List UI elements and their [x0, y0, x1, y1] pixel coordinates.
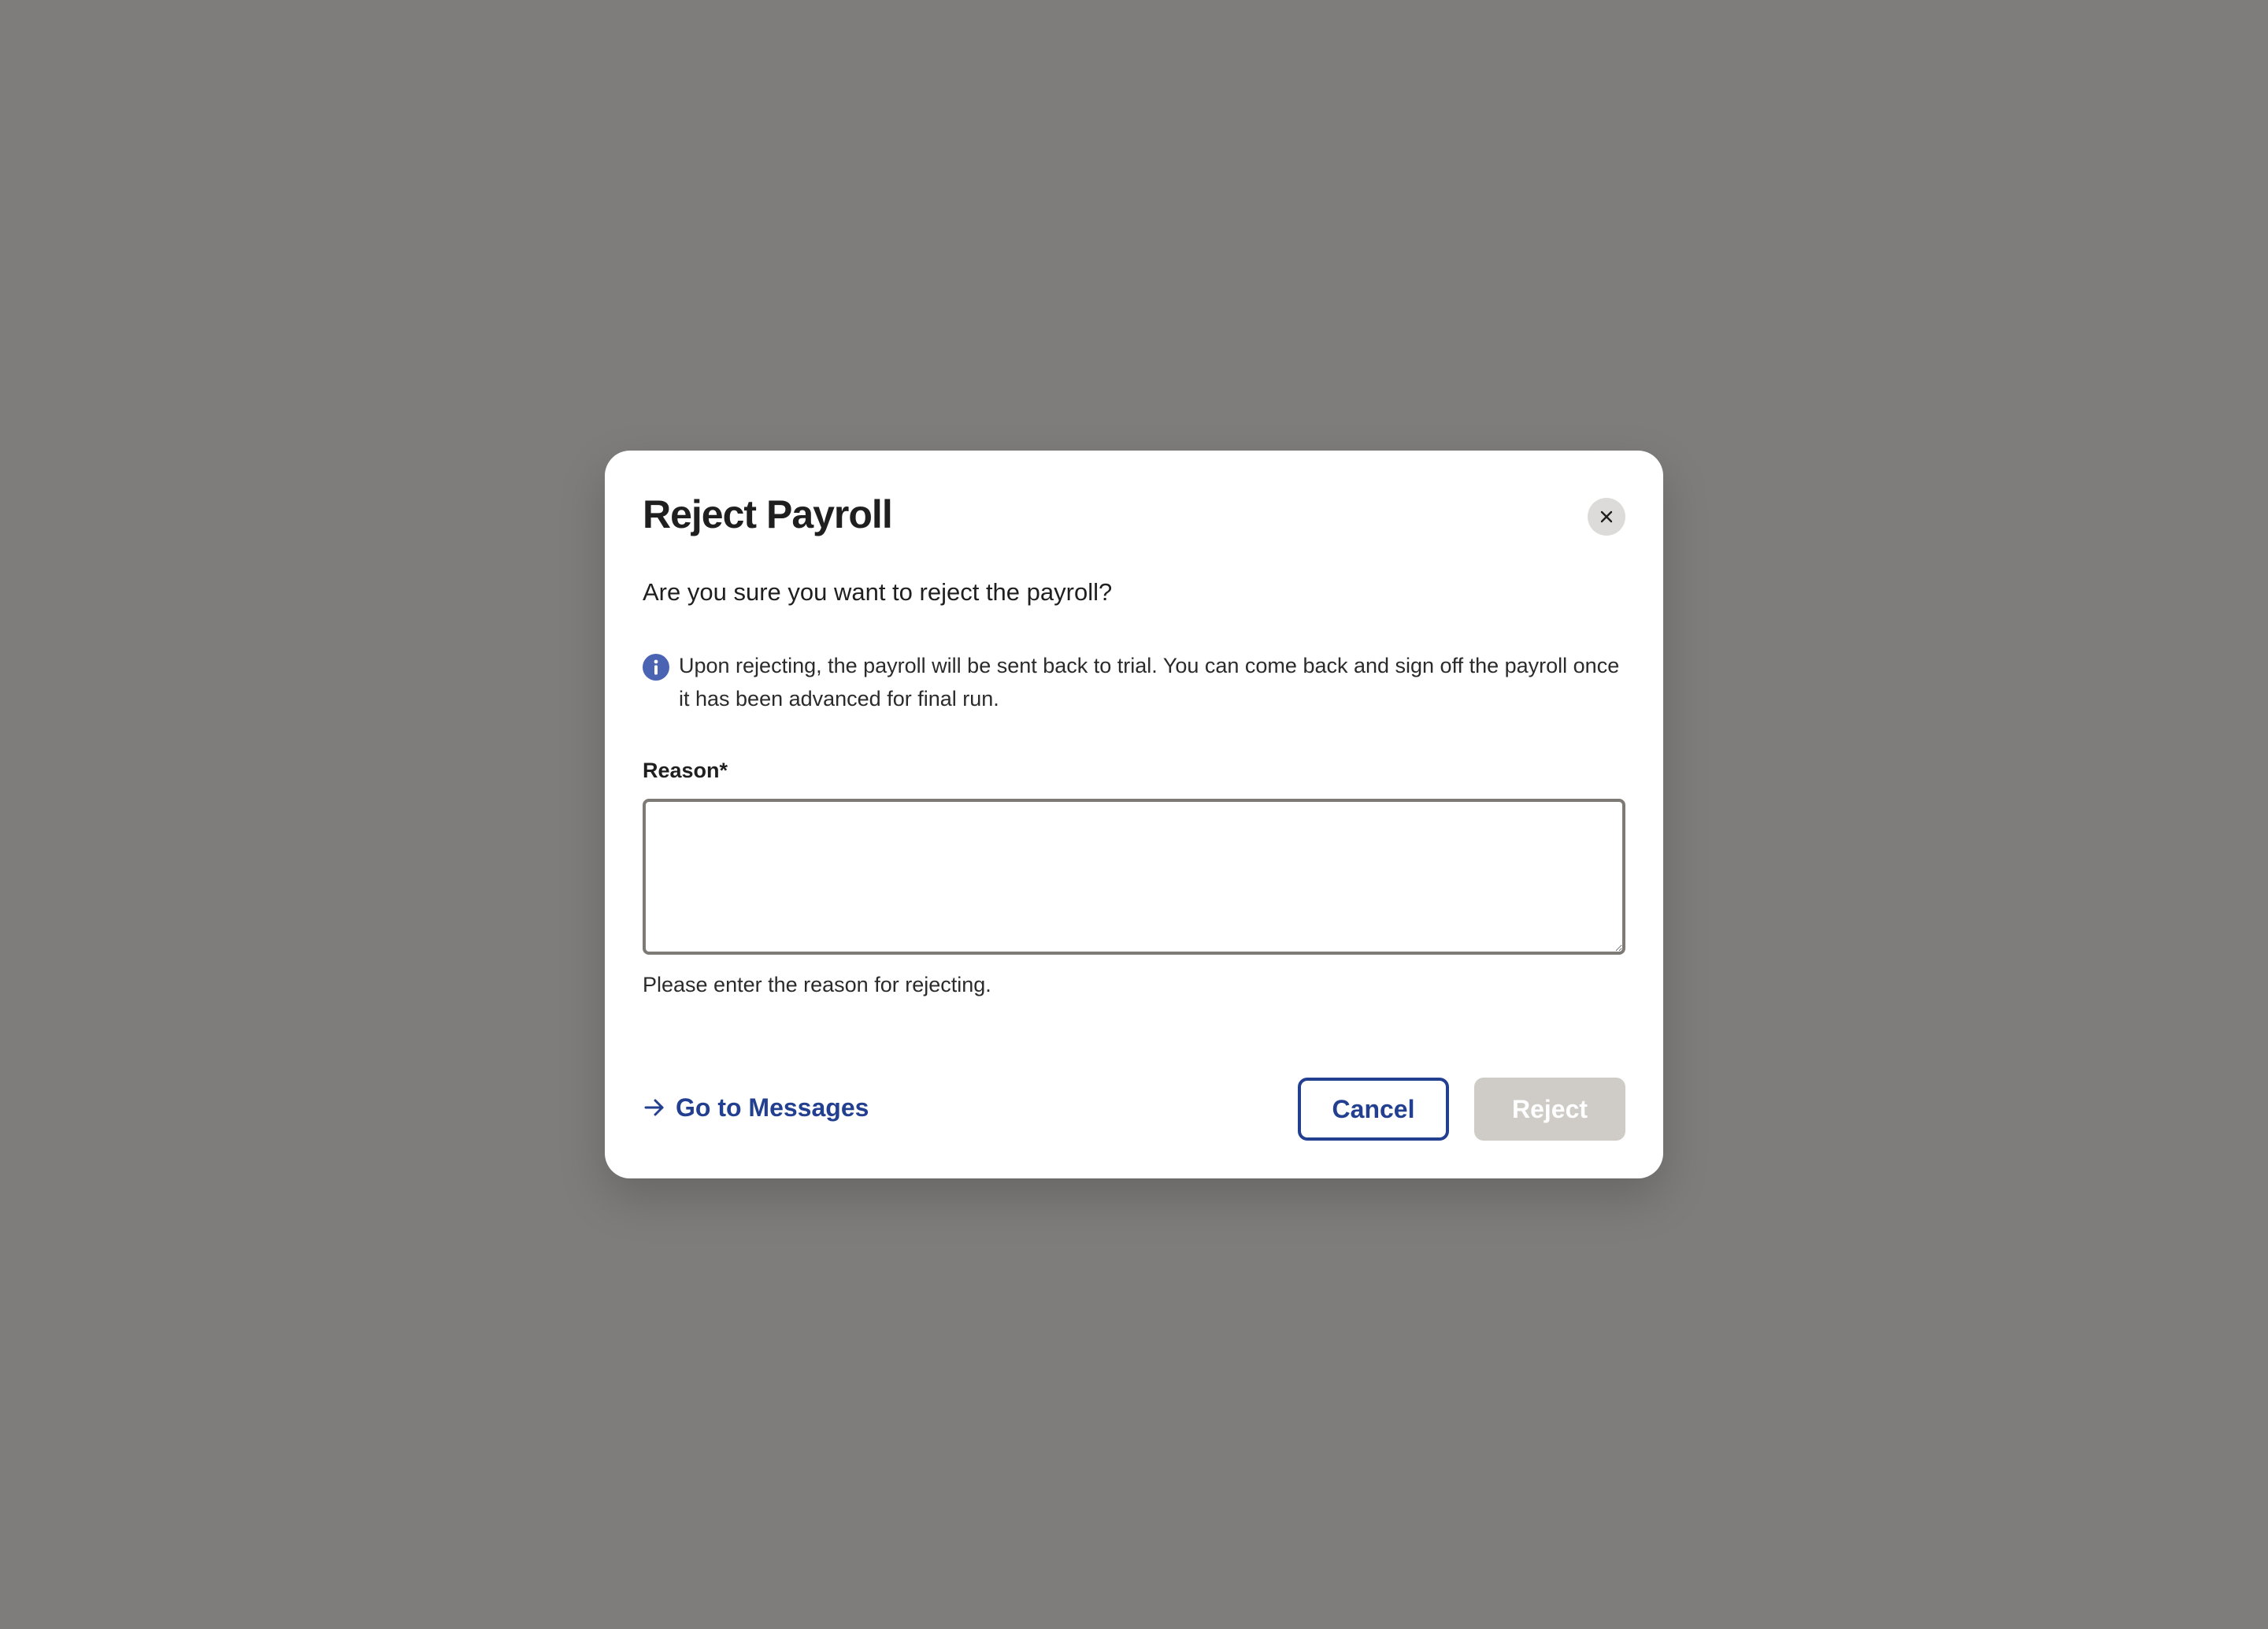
- go-to-messages-link[interactable]: Go to Messages: [643, 1089, 869, 1126]
- reason-textarea[interactable]: [643, 799, 1625, 955]
- reason-helper-text: Please enter the reason for rejecting.: [643, 973, 991, 996]
- close-icon: [1600, 510, 1613, 523]
- confirmation-question: Are you sure you want to reject the payr…: [643, 578, 1113, 606]
- arrow-right-icon: [644, 1099, 664, 1116]
- reason-label: Reason*: [643, 759, 728, 782]
- go-to-messages-label: Go to Messages: [676, 1093, 869, 1122]
- cancel-button[interactable]: Cancel: [1298, 1078, 1449, 1141]
- info-message: Upon rejecting, the payroll will be sent…: [679, 654, 1620, 711]
- close-button[interactable]: [1588, 498, 1625, 536]
- reject-button[interactable]: Reject: [1474, 1078, 1625, 1141]
- dialog-title: Reject Payroll: [643, 492, 893, 536]
- info-icon: [643, 654, 669, 681]
- reject-payroll-dialog: Reject Payroll Are you sure you want to …: [605, 451, 1663, 1178]
